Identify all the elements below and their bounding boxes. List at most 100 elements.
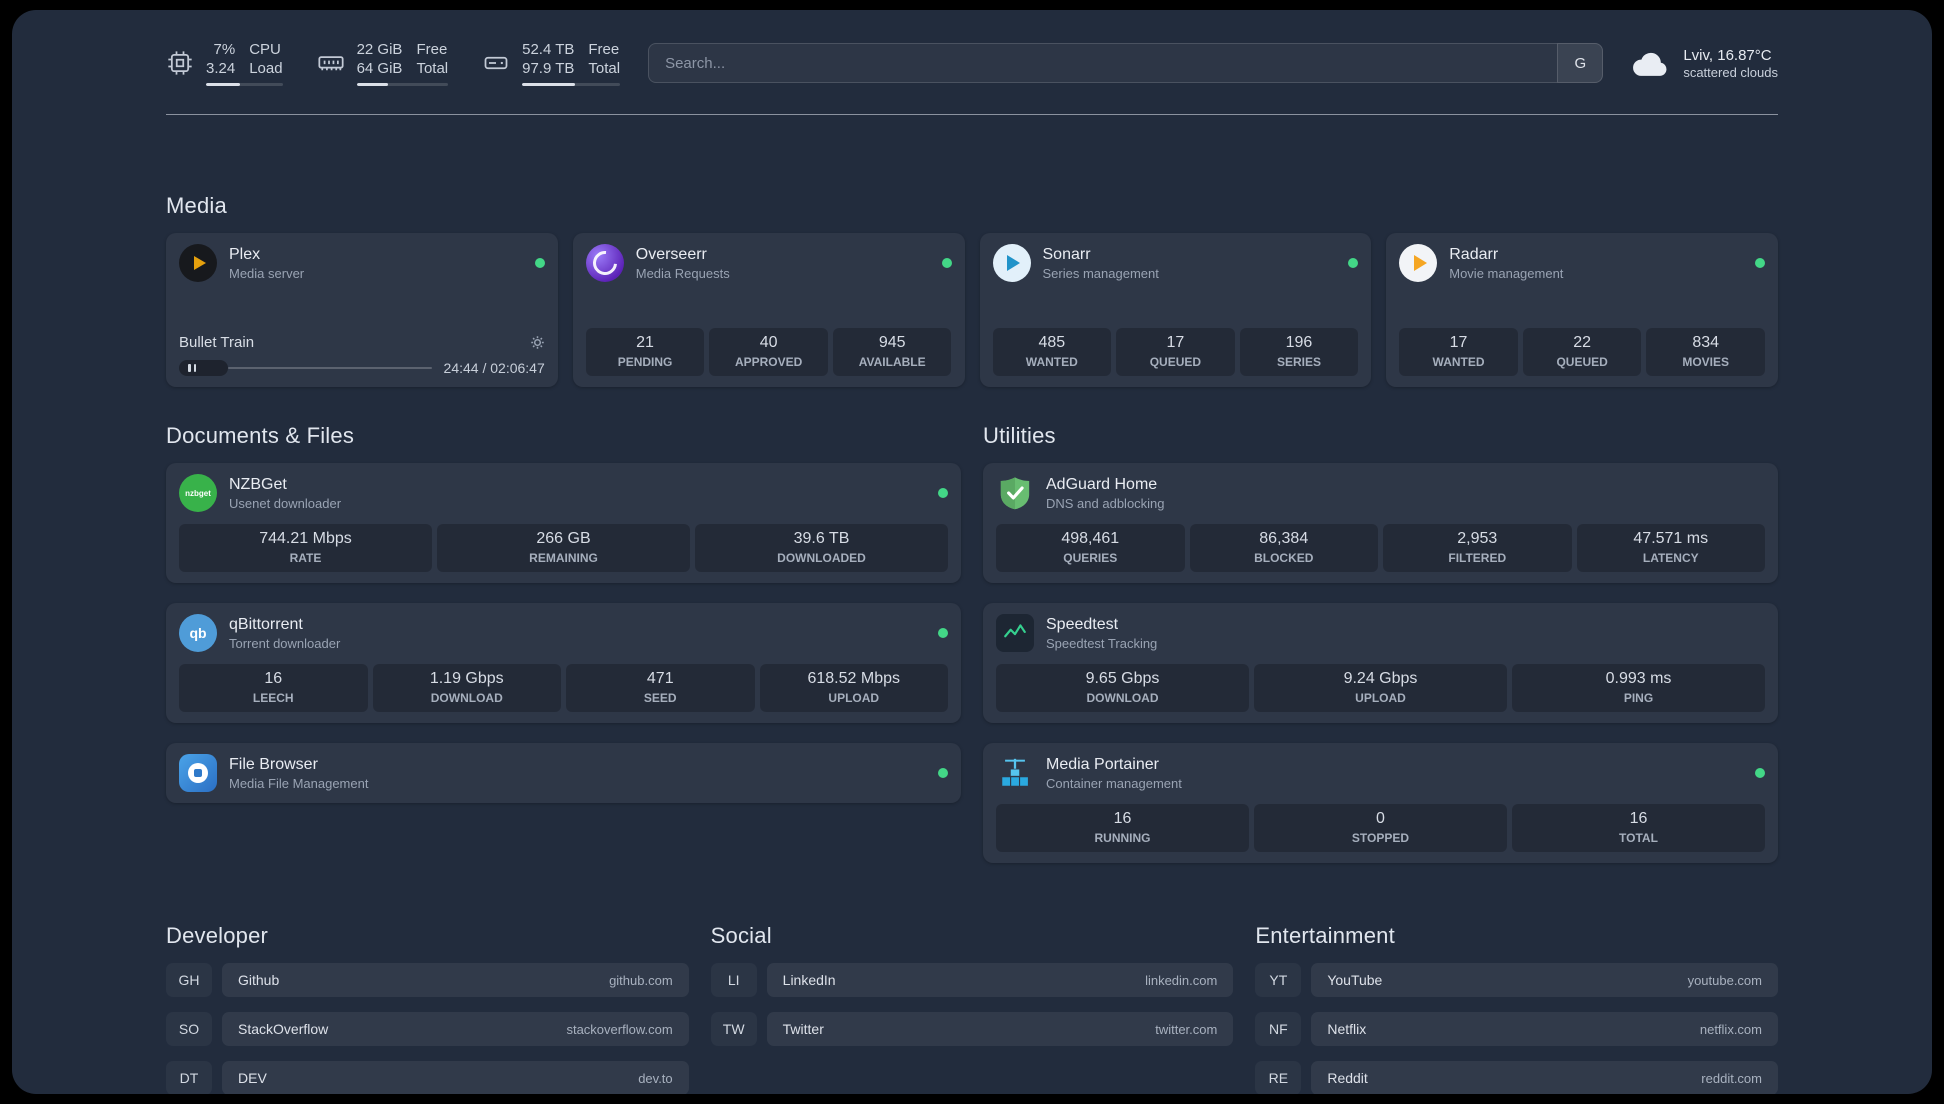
bookmark-abbr: SO [166,1012,212,1047]
bookmark-abbr: DT [166,1061,212,1094]
group-utilities: Utilities AdGuard Home DNS and adblockin… [983,423,1778,864]
service-description: Torrent downloader [229,635,341,651]
service-titles: Speedtest Speedtest Tracking [1046,616,1157,651]
service-titles: Radarr Movie management [1449,246,1563,281]
service-header: Overseerr Media Requests [585,244,952,283]
stat-label: DOWNLOAD [1086,691,1159,706]
stat-block: 86,384 BLOCKED [1189,524,1378,573]
disk-total: 97.9 TB [522,60,575,78]
group-developer: Developer GH Github github.com SO StackO… [166,923,689,1094]
stat-value: 16 [1113,810,1132,828]
bookmark-pill: StackOverflow stackoverflow.com [222,1012,689,1047]
service-description: Media server [229,265,305,281]
stat-block: 744.21 Mbps RATE [179,524,432,573]
bookmark-columns: Developer GH Github github.com SO StackO… [166,923,1778,1094]
service-name: Overseerr [635,245,707,263]
bookmark-domain: stackoverflow.com [566,1021,673,1037]
service-description: Container management [1046,775,1182,791]
memory-label-top: Free [416,41,448,58]
stat-block: 16 LEECH [179,664,368,713]
weather-condition: scattered clouds [1683,65,1778,81]
service-name: NZBGet [229,475,287,493]
cpu-load: 3.24 [206,60,236,78]
player-track-title: Bullet Train [179,334,255,352]
stat-value: 86,384 [1259,530,1309,548]
stat-block: 0.993 ms PING [1512,664,1765,713]
service-name: qBittorrent [229,615,303,633]
bookmark-abbr: TW [710,1012,757,1047]
group-social: Social LI LinkedIn linkedin.com TW Twitt… [710,923,1234,1094]
weather-location: Lviv, 16.87°C [1683,46,1772,64]
service-description: Speedtest Tracking [1046,635,1158,651]
service-description: Media File Management [229,775,369,791]
search-provider-button[interactable]: G [1557,43,1604,84]
stat-label: SEED [643,691,677,706]
weather-widget: Lviv, 16.87°C scattered clouds [1631,46,1778,81]
bookmark-youtube[interactable]: YT YouTube youtube.com [1255,963,1778,998]
group-documents: Documents & Files NZBGet Usenet download… [166,423,961,863]
bookmark-name: YouTube [1327,972,1383,989]
bookmark-github[interactable]: GH Github github.com [166,963,689,998]
stat-value: 0 [1376,810,1385,828]
player-progress[interactable] [179,360,432,377]
bookmark-stackoverflow[interactable]: SO StackOverflow stackoverflow.com [166,1012,689,1047]
bookmark-pill: Netflix netflix.com [1311,1012,1778,1047]
stat-block: 618.52 Mbps UPLOAD [759,664,948,713]
bookmark-linkedin[interactable]: LI LinkedIn linkedin.com [710,963,1234,998]
service-card-radarr[interactable]: Radarr Movie management 17 WANTED 22 QUE… [1386,233,1778,388]
stat-label: AVAILABLE [858,355,926,370]
stat-block: 945 AVAILABLE [832,328,952,377]
memory-label-bottom: Total [416,60,449,78]
stat-value: 498,461 [1061,530,1120,548]
stat-label: RATE [289,551,322,566]
group-title: Social [710,923,772,949]
service-card-overseerr[interactable]: Overseerr Media Requests 21 PENDING 40 A… [572,233,965,388]
service-name: Radarr [1449,245,1499,263]
player-title-row: Bullet Train [179,334,545,351]
service-card-sonarr[interactable]: Sonarr Series management 485 WANTED 17 Q… [979,233,1372,388]
service-stats: 744.21 Mbps RATE 266 GB REMAINING 39.6 T… [179,512,948,573]
service-card-speedtest[interactable]: Speedtest Speedtest Tracking 9.65 Gbps D… [983,603,1778,724]
bookmark-pill: Github github.com [222,963,689,998]
status-dot [938,628,948,639]
bookmark-dev[interactable]: DT DEV dev.to [166,1061,689,1094]
disk-bar [522,83,621,87]
portainer-icon [996,754,1034,792]
stat-label: RUNNING [1094,831,1151,846]
stat-block: 1.19 Gbps DOWNLOAD [372,664,561,713]
cpu-label-top: CPU [249,41,281,58]
group-title: Utilities [983,423,1056,449]
service-card-qbittorrent[interactable]: qBittorrent Torrent downloader 16 LEECH [166,603,961,724]
service-titles: Plex Media server [229,246,304,281]
bookmark-abbr: YT [1255,963,1302,998]
bookmark-domain: youtube.com [1687,972,1762,988]
overseerr-icon [585,244,624,283]
bookmark-twitter[interactable]: TW Twitter twitter.com [710,1012,1234,1047]
media-grid: Plex Media server Bullet Train 24:44 / 0… [166,233,1778,388]
bookmark-abbr: RE [1255,1061,1302,1094]
pause-button[interactable] [188,364,196,373]
service-card-portainer[interactable]: Media Portainer Container management 16 … [983,743,1778,864]
stat-label: WANTED [1025,355,1078,370]
stat-block: 17 WANTED [1399,328,1518,377]
service-card-filebrowser[interactable]: File Browser Media File Management [166,743,961,804]
adguard-icon [996,474,1034,512]
stat-block: 471 SEED [566,664,755,713]
service-card-adguard[interactable]: AdGuard Home DNS and adblocking 498,461 … [983,463,1778,584]
group-media: Media Plex Media server Bullet Train 24:… [166,193,1778,388]
cloud-icon [1633,53,1667,77]
service-card-nzbget[interactable]: NZBGet Usenet downloader 744.21 Mbps RAT… [166,463,961,584]
stat-block: 16 RUNNING [996,804,1249,853]
stat-block: 40 APPROVED [709,328,828,377]
service-card-plex[interactable]: Plex Media server Bullet Train 24:44 / 0… [166,233,558,388]
settings-icon[interactable] [530,335,545,350]
service-description: Movie management [1449,265,1564,281]
group-title: Media [166,193,227,219]
bookmark-netflix[interactable]: NF Netflix netflix.com [1255,1012,1778,1047]
stat-label: MOVIES [1682,355,1730,370]
stat-block: 266 GB REMAINING [437,524,690,573]
search-input[interactable] [648,43,1558,84]
bookmark-reddit[interactable]: RE Reddit reddit.com [1255,1061,1778,1094]
stat-value: 834 [1692,334,1720,352]
stat-label: STOPPED [1351,831,1410,846]
